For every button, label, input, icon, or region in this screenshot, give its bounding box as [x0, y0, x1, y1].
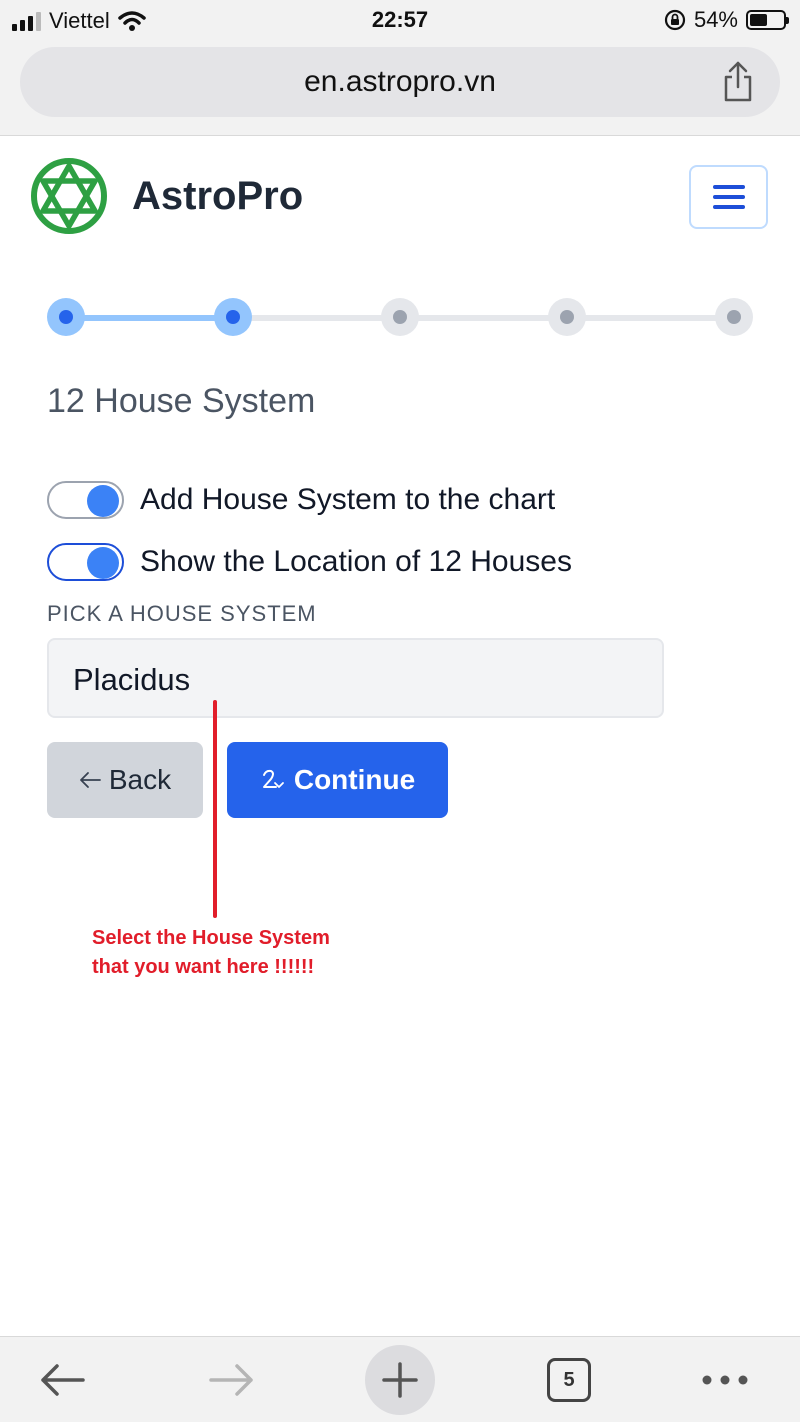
house-system-select[interactable]: Placidus — [47, 638, 664, 718]
arrow-left-icon — [79, 772, 101, 788]
new-tab-button[interactable] — [365, 1337, 435, 1422]
annotation-line-2: that you want here !!!!!! — [92, 956, 315, 978]
orientation-lock-icon — [664, 9, 686, 31]
status-bar: Viettel 22:57 54% — [0, 0, 800, 40]
more-dots-icon — [702, 1375, 748, 1385]
toggle-row-add-house-system[interactable]: Add House System to the chart — [47, 481, 555, 519]
site-logo[interactable]: AstroPro — [30, 157, 303, 235]
step-5[interactable] — [715, 298, 753, 336]
house-system-field-label: PICK A HOUSE SYSTEM — [47, 601, 317, 626]
house-system-selected-value: Placidus — [73, 662, 191, 697]
step-4[interactable] — [548, 298, 586, 336]
annotation-pointer-line — [213, 700, 217, 918]
stepper-line-complete — [66, 315, 233, 321]
add-house-system-label: Add House System to the chart — [140, 483, 556, 516]
browser-toolbar: 5 — [0, 1336, 800, 1422]
status-right: 54% — [664, 7, 789, 33]
back-button-label: Back — [108, 764, 172, 795]
show-house-locations-label: Show the Location of 12 Houses — [140, 545, 572, 578]
menu-bar-icon — [712, 195, 745, 199]
toggle-row-show-locations[interactable]: Show the Location of 12 Houses — [47, 543, 572, 581]
browser-back-button[interactable] — [30, 1337, 94, 1422]
arrow-left-icon — [41, 1364, 85, 1396]
annotation-line-1: Select the House System — [92, 927, 330, 949]
hamburger-menu-button[interactable] — [689, 165, 768, 229]
battery-percent: 54% — [693, 7, 738, 32]
menu-bar-icon — [712, 205, 745, 209]
browser-forward-button[interactable] — [200, 1337, 264, 1422]
step-2[interactable] — [214, 298, 252, 336]
menu-bar-icon — [712, 185, 745, 189]
plus-icon — [382, 1362, 418, 1398]
star-of-david-logo-icon — [31, 158, 107, 234]
section-title: 12 House System — [47, 382, 316, 420]
battery-icon — [746, 10, 789, 30]
arrow-right-icon — [209, 1364, 253, 1396]
brand-name: AstroPro — [132, 173, 304, 218]
browser-address-area: en.astropro.vn — [0, 40, 800, 136]
tab-count: 5 — [547, 1358, 591, 1402]
back-button[interactable]: Back — [47, 742, 203, 818]
continue-button-label: Continue — [293, 764, 416, 795]
annotation-text: Select the House System that you want he… — [92, 924, 330, 982]
tabs-button[interactable]: 5 — [546, 1337, 592, 1422]
show-house-locations-toggle[interactable] — [47, 543, 124, 581]
step-number-icon — [262, 769, 284, 788]
address-bar[interactable]: en.astropro.vn — [20, 47, 780, 117]
url-text: en.astropro.vn — [304, 65, 496, 98]
step-1[interactable] — [47, 298, 85, 336]
step-3[interactable] — [381, 298, 419, 336]
more-options-button[interactable] — [700, 1337, 750, 1422]
progress-stepper — [47, 298, 753, 338]
add-house-system-toggle[interactable] — [47, 481, 124, 519]
share-icon[interactable] — [722, 61, 754, 103]
stepper-line-pending — [233, 315, 734, 321]
continue-button[interactable]: Continue — [227, 742, 448, 818]
